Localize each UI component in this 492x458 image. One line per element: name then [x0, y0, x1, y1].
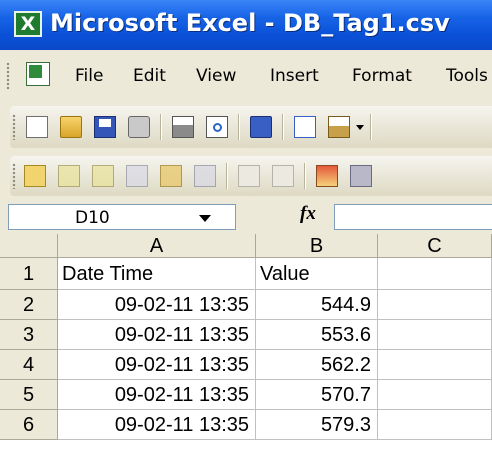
toolbar-grip[interactable]: [12, 163, 16, 189]
cell-b2[interactable]: 544.9: [256, 290, 378, 320]
menu-tools[interactable]: Tools: [446, 66, 488, 86]
print-preview-icon[interactable]: [206, 116, 228, 138]
menu-insert[interactable]: Insert: [270, 66, 319, 86]
fx-icon[interactable]: fx: [300, 203, 316, 225]
menu-file[interactable]: File: [75, 66, 103, 86]
formula-bar: D10 fx: [0, 200, 492, 234]
row-header[interactable]: 5: [0, 380, 58, 410]
formula-input[interactable]: [334, 204, 492, 230]
cell-c1[interactable]: [378, 258, 492, 290]
menu-grip[interactable]: [6, 62, 10, 90]
ink-icon[interactable]: [238, 165, 260, 187]
previous-comment-icon[interactable]: [58, 165, 80, 187]
row-header[interactable]: 6: [0, 410, 58, 440]
reviewing-toolbar: [0, 152, 492, 200]
save-icon[interactable]: [94, 116, 116, 138]
column-header-a[interactable]: A: [58, 234, 256, 258]
delete-comment-icon[interactable]: [194, 165, 216, 187]
menu-format[interactable]: Format: [352, 66, 412, 86]
standard-toolbar: [0, 102, 492, 152]
copy-icon[interactable]: [294, 116, 316, 138]
show-comment-icon[interactable]: [126, 165, 148, 187]
new-icon[interactable]: [26, 116, 48, 138]
column-header-c[interactable]: C: [378, 234, 492, 258]
cell-a3[interactable]: 09-02-11 13:35: [58, 320, 256, 350]
row-header[interactable]: 2: [0, 290, 58, 320]
window-title: Microsoft Excel - DB_Tag1.csv: [50, 9, 450, 37]
cell-a1[interactable]: Date Time: [58, 258, 256, 290]
row-header[interactable]: 3: [0, 320, 58, 350]
menu-view[interactable]: View: [196, 66, 236, 86]
cell-b3[interactable]: 553.6: [256, 320, 378, 350]
track-changes-icon[interactable]: [350, 165, 372, 187]
cell-c4[interactable]: [378, 350, 492, 380]
menu-edit[interactable]: Edit: [133, 66, 166, 86]
name-box-value: D10: [75, 208, 110, 228]
reset-ink-icon[interactable]: [272, 165, 294, 187]
menu-bar: File Edit View Insert Format Tools: [0, 50, 492, 102]
next-comment-icon[interactable]: [92, 165, 114, 187]
workbook-icon[interactable]: [26, 62, 50, 86]
cell-a6[interactable]: 09-02-11 13:35: [58, 410, 256, 440]
cell-c6[interactable]: [378, 410, 492, 440]
cell-c3[interactable]: [378, 320, 492, 350]
research-icon[interactable]: [250, 116, 272, 138]
cell-b4[interactable]: 562.2: [256, 350, 378, 380]
paste-icon[interactable]: [328, 116, 350, 138]
column-header-b[interactable]: B: [256, 234, 378, 258]
cell-b6[interactable]: 579.3: [256, 410, 378, 440]
select-all-corner[interactable]: [0, 234, 58, 258]
permission-icon[interactable]: [128, 116, 150, 138]
cell-a5[interactable]: 09-02-11 13:35: [58, 380, 256, 410]
print-icon[interactable]: [172, 116, 194, 138]
cell-a4[interactable]: 09-02-11 13:35: [58, 350, 256, 380]
excel-window: X Microsoft Excel - DB_Tag1.csv File Edi…: [0, 0, 492, 458]
cell-c5[interactable]: [378, 380, 492, 410]
cell-c2[interactable]: [378, 290, 492, 320]
cell-b5[interactable]: 570.7: [256, 380, 378, 410]
new-comment-icon[interactable]: [24, 165, 46, 187]
row-header[interactable]: 1: [0, 258, 58, 290]
cell-a2[interactable]: 09-02-11 13:35: [58, 290, 256, 320]
open-icon[interactable]: [60, 116, 82, 138]
cell-b1[interactable]: Value: [256, 258, 378, 290]
reviewing-pane-icon[interactable]: [316, 165, 338, 187]
title-bar[interactable]: X Microsoft Excel - DB_Tag1.csv: [0, 0, 492, 50]
show-all-comments-icon[interactable]: [160, 165, 182, 187]
row-header[interactable]: 4: [0, 350, 58, 380]
chevron-down-icon[interactable]: [199, 215, 211, 222]
toolbar-grip[interactable]: [12, 114, 16, 140]
excel-icon[interactable]: X: [14, 11, 42, 37]
name-box[interactable]: D10: [8, 204, 236, 230]
paste-dropdown-icon[interactable]: [356, 125, 364, 130]
